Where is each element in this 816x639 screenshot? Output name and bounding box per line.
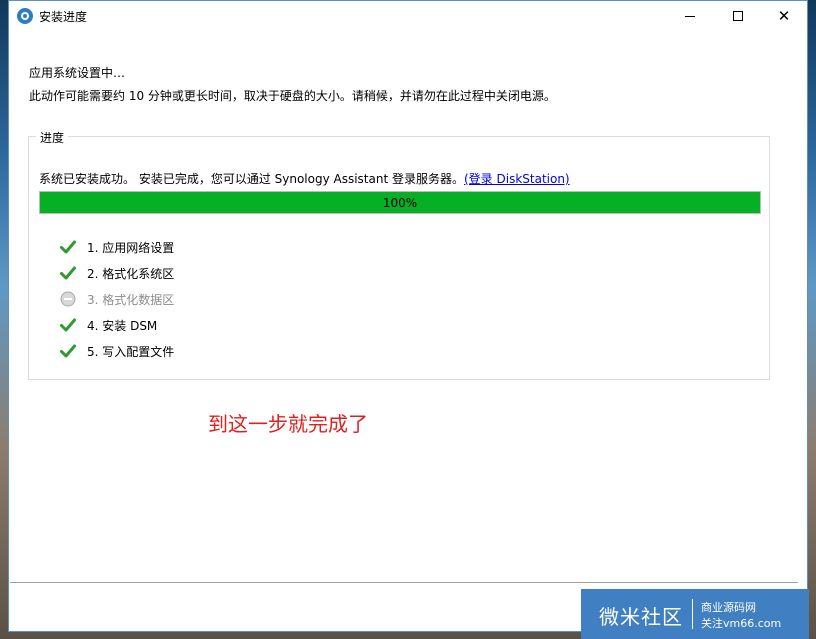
check-icon — [60, 344, 76, 358]
progress-groupbox-legend: 进度 — [36, 129, 69, 146]
watermark-divider — [692, 599, 693, 629]
close-button[interactable]: ✕ — [761, 1, 807, 31]
watermark-badge: 微米社区 商业源码网 关注vm66.com — [581, 589, 809, 639]
install-step-label: 1. 应用网络设置 — [87, 240, 175, 255]
minus-circle-icon — [60, 291, 76, 307]
install-status-message: 系统已安装成功。 安装已完成，您可以通过 Synology Assistant … — [39, 172, 464, 186]
check-icon — [60, 266, 76, 280]
title-bar[interactable]: 安装进度 ✕ — [9, 1, 807, 31]
install-step-1: 1. 应用网络设置 — [60, 234, 174, 260]
install-step-4: 4. 安装 DSM — [60, 312, 174, 338]
progress-percent-label: 100% — [382, 195, 418, 210]
install-step-label: 2. 格式化系统区 — [87, 266, 175, 281]
watermark-main-text: 微米社区 — [599, 605, 683, 629]
window-title: 安装进度 — [39, 10, 88, 24]
watermark-subtext-1: 商业源码网 — [701, 601, 756, 614]
check-icon — [60, 318, 76, 332]
install-status-text: 系统已安装成功。 安装已完成，您可以通过 Synology Assistant … — [39, 170, 570, 187]
status-heading: 应用系统设置中… — [29, 66, 126, 80]
synology-app-icon — [17, 8, 33, 24]
maximize-button[interactable] — [715, 1, 761, 31]
install-step-5: 5. 写入配置文件 — [60, 338, 174, 364]
install-step-3: 3. 格式化数据区 — [60, 286, 174, 312]
install-progress-bar: 100% — [39, 191, 761, 214]
minimize-button[interactable] — [667, 1, 713, 31]
close-icon: ✕ — [777, 7, 791, 25]
install-step-label: 4. 安装 DSM — [87, 318, 158, 333]
login-diskstation-link[interactable]: (登录 DiskStation) — [464, 172, 570, 186]
duration-notice: 此动作可能需要约 10 分钟或更长时间，取决于硬盘的大小。请稍候，并请勿在此过程… — [29, 89, 556, 103]
maximize-icon — [733, 11, 743, 21]
install-step-2: 2. 格式化系统区 — [60, 260, 174, 286]
footer-separator — [10, 582, 798, 583]
install-step-label: 5. 写入配置文件 — [87, 344, 175, 359]
red-annotation-text: 到这一步就完成了 — [208, 412, 368, 436]
minimize-icon — [685, 15, 695, 17]
check-icon — [60, 240, 76, 254]
install-steps-list: 1. 应用网络设置 2. 格式化系统区 3. 格式化数据区 4. 安装 DSM 5. 写… — [60, 234, 174, 364]
watermark-subtext-2: 关注vm66.com — [701, 617, 782, 630]
install-step-label: 3. 格式化数据区 — [87, 292, 175, 307]
